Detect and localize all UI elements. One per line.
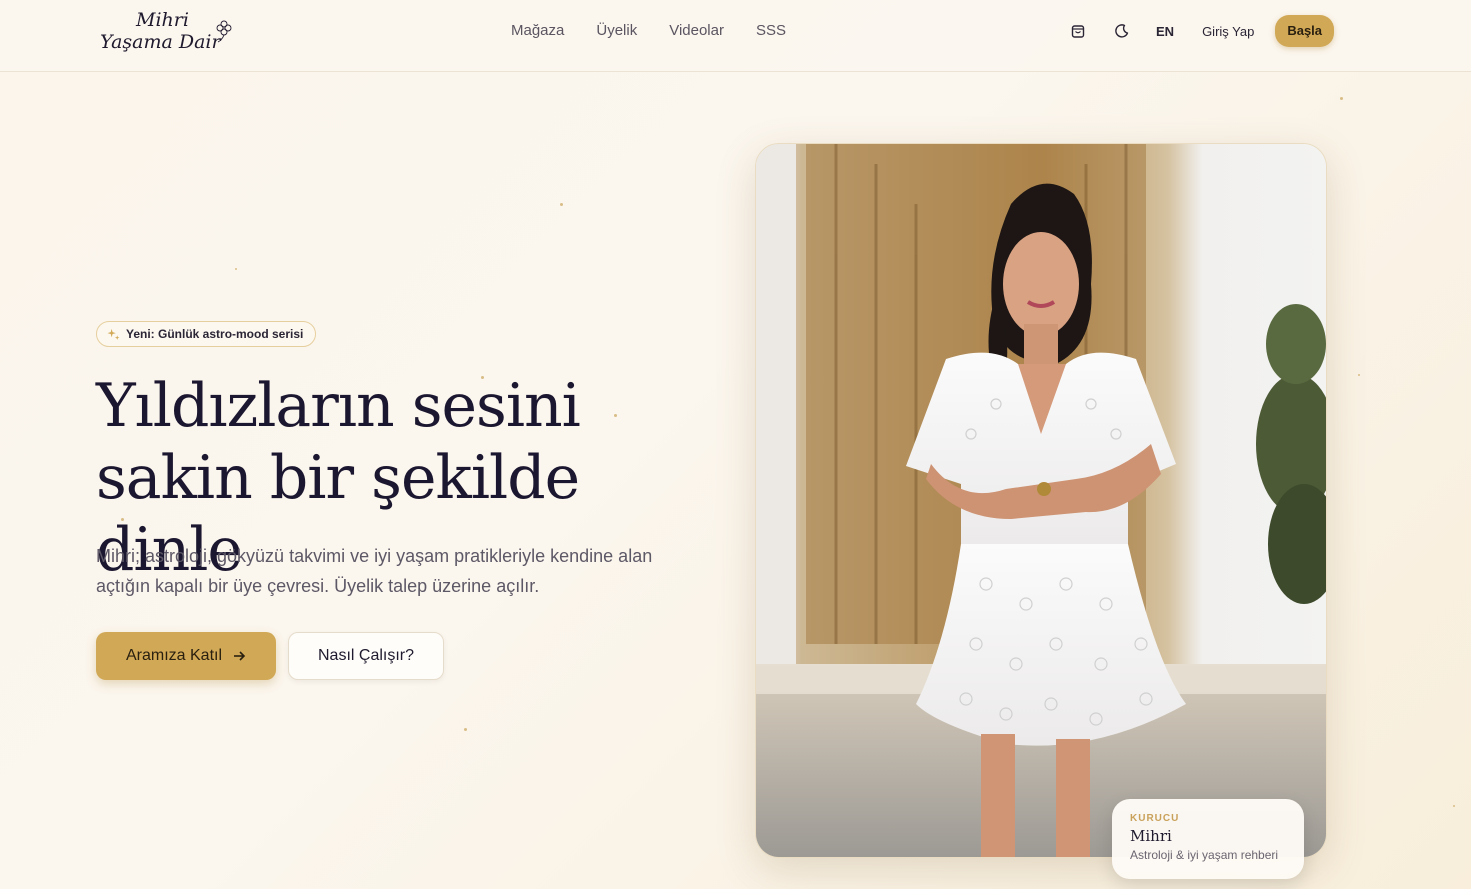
site-header: Mihri Yaşama Dair Mağaza Üyelik Videolar… — [0, 0, 1471, 72]
badge-text: Yeni: Günlük astro-mood serisi — [126, 327, 304, 341]
founder-portrait-image — [756, 144, 1326, 857]
cart-button[interactable] — [1066, 19, 1090, 43]
brand-logo[interactable]: Mihri Yaşama Dair — [98, 6, 238, 62]
decor-dot — [235, 268, 237, 270]
how-it-works-button[interactable]: Nasıl Çalışır? — [288, 632, 444, 680]
theme-toggle-button[interactable] — [1110, 19, 1134, 43]
language-toggle[interactable]: EN — [1156, 24, 1174, 39]
hero-description: Mihri; astroloji, gökyüzü takvimi ve iyi… — [96, 546, 653, 596]
decor-dot — [1358, 374, 1360, 376]
founder-description: Astroloji & iyi yaşam rehberi — [1130, 848, 1279, 862]
moon-icon — [1115, 24, 1129, 38]
logo-line1: Mihri — [135, 9, 189, 31]
decor-dot — [1340, 97, 1343, 100]
join-button-label: Aramıza Katıl — [125, 647, 223, 664]
founder-name: Mihri — [1130, 827, 1172, 845]
brand-logo-mark: Mihri Yaşama Dair — [100, 9, 232, 53]
header-tools: EN Giriş Yap Başla — [1066, 15, 1335, 47]
main-nav: Mağaza Üyelik Videolar SSS — [511, 22, 786, 40]
nav-item-membership[interactable]: Üyelik — [596, 22, 637, 40]
founder-role: KURUCU — [1130, 813, 1180, 824]
sparkles-icon — [107, 328, 120, 340]
login-link[interactable]: Giriş Yap — [1202, 24, 1254, 39]
founder-photo — [755, 143, 1327, 858]
new-series-badge[interactable]: Yeni: Günlük astro-mood serisi — [96, 321, 317, 347]
nav-item-store[interactable]: Mağaza — [511, 22, 564, 40]
nav-item-faq[interactable]: SSS — [756, 22, 786, 40]
arrow-right-icon — [234, 651, 246, 661]
nav-item-videos[interactable]: Videolar — [669, 22, 724, 40]
decor-dot — [560, 203, 563, 206]
start-button[interactable]: Başla — [1275, 15, 1335, 47]
headline-line1: Yıldızların sesini — [96, 371, 581, 441]
shopping-bag-icon — [1071, 25, 1085, 38]
decor-dot — [464, 728, 467, 731]
logo-line2: Yaşama Dair — [100, 31, 222, 53]
founder-card: KURUCU Mihri Astroloji & iyi yaşam rehbe… — [1112, 799, 1304, 879]
join-button[interactable]: Aramıza Katıl — [96, 632, 276, 680]
decor-dot — [1453, 805, 1455, 807]
